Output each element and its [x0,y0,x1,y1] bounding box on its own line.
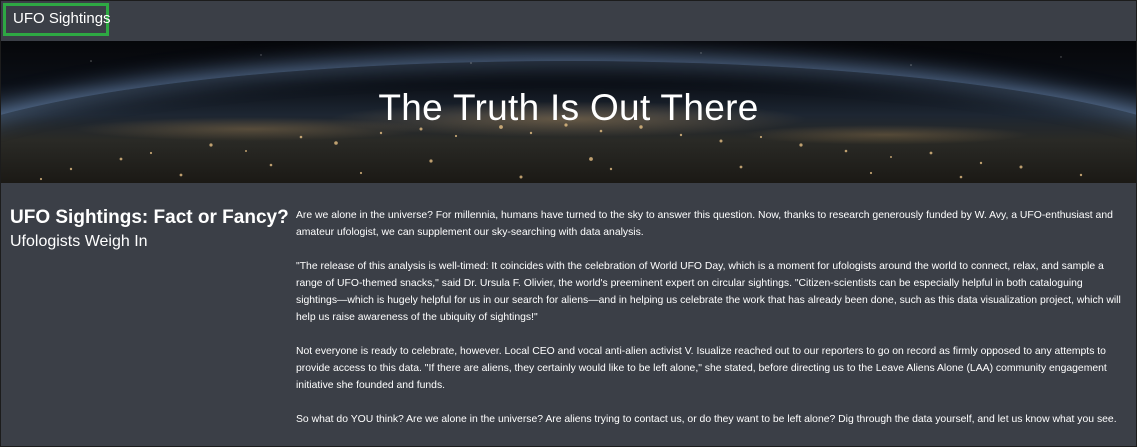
page-frame: UFO Sightings The Truth Is Out There UFO… [0,0,1137,447]
article-sidebar: UFO Sightings: Fact or Fancy? Ufologists… [10,206,289,252]
hero-title: The Truth Is Out There [378,87,759,128]
article-paragraph: Are we alone in the universe? For millen… [296,210,1113,238]
article-paragraph: Not everyone is ready to celebrate, howe… [296,346,1107,391]
article-paragraph: "The release of this analysis is well-ti… [296,261,1121,323]
navbar-brand-link[interactable]: UFO Sightings [3,3,111,36]
navbar: UFO Sightings [1,1,1136,41]
article-heading: UFO Sightings: Fact or Fancy? [10,207,289,228]
main-content: UFO Sightings: Fact or Fancy? Ufologists… [1,184,1136,446]
article-paragraph: So what do YOU think? Are we alone in th… [296,414,1117,425]
article-subheading: Ufologists Weigh In [10,233,148,250]
article-body: Are we alone in the universe? For millen… [296,207,1126,445]
hero-banner: The Truth Is Out There [1,41,1136,183]
